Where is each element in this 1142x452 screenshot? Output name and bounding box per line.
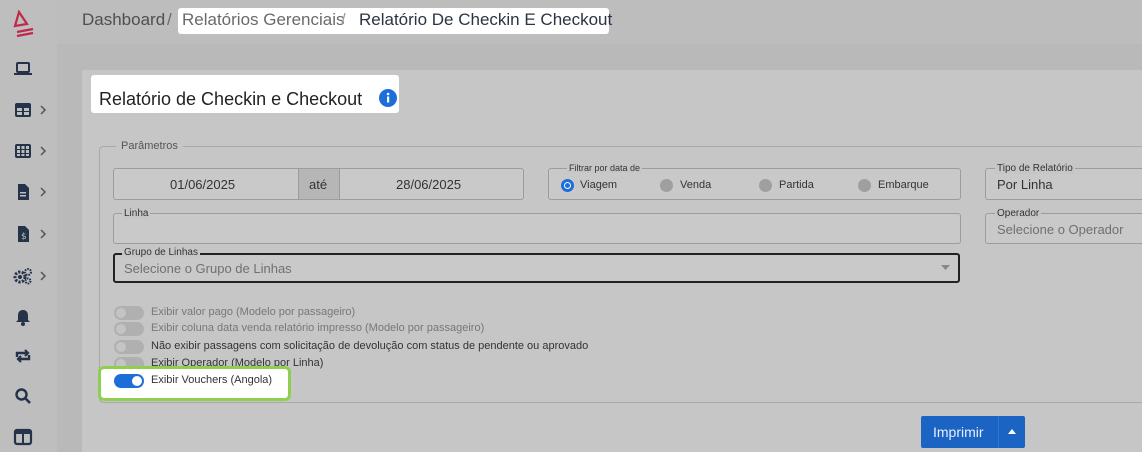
chevron-down-icon — [941, 265, 950, 270]
sidebar-item-settings[interactable] — [0, 264, 57, 288]
radio-embarque-label[interactable]: Embarque — [878, 179, 929, 191]
money-document-icon: $ — [18, 226, 29, 242]
print-button[interactable]: Imprimir — [933, 424, 984, 440]
search-icon — [15, 388, 31, 404]
operator-label: Operador — [995, 208, 1042, 219]
columns-icon — [13, 428, 33, 446]
sidebar-item-grid[interactable] — [0, 139, 57, 163]
chevron-right-icon — [40, 271, 47, 281]
breadcrumb-separator: / — [341, 10, 346, 29]
sidebar-item-documents[interactable] — [0, 180, 57, 204]
radio-partida[interactable] — [759, 179, 772, 192]
breadcrumb-dashboard[interactable]: Dashboard — [82, 10, 165, 30]
date-from-input[interactable]: 01/06/2025 — [170, 177, 235, 192]
date-separator-label: até — [309, 177, 328, 192]
print-split-button: Imprimir — [921, 416, 1025, 448]
breadcrumb-current: Relatório De Checkin E Checkout — [359, 10, 613, 29]
radio-venda-label[interactable]: Venda — [680, 179, 711, 191]
radio-viagem[interactable] — [561, 179, 574, 192]
sidebar-item-notifications[interactable] — [0, 305, 57, 329]
date-filter-label: Filtrar por data de — [567, 163, 643, 173]
sidebar: $ — [0, 0, 57, 452]
breadcrumb-reports[interactable]: Relatórios Gerenciais — [182, 10, 345, 30]
breadcrumb-separator: / — [167, 10, 172, 29]
chevron-right-icon — [40, 187, 47, 197]
chevron-right-icon — [40, 229, 47, 239]
chevron-right-icon — [40, 105, 47, 115]
sidebar-item-dashboard[interactable] — [0, 57, 57, 81]
sidebar-item-sync[interactable] — [0, 344, 57, 368]
parameters-legend: Parâmetros — [116, 140, 183, 152]
toggle-show-sale-date-column[interactable] — [114, 322, 144, 336]
line-group-label: Grupo de Linhas — [122, 247, 200, 258]
sidebar-item-search[interactable] — [0, 384, 57, 408]
brand-logo[interactable] — [13, 10, 35, 38]
laptop-icon — [14, 62, 32, 75]
toggle-show-vouchers-label: Exibir Vouchers (Angola) — [151, 374, 273, 386]
sidebar-item-finance[interactable]: $ — [0, 222, 57, 246]
document-icon — [18, 184, 29, 200]
report-type-label: Tipo de Relatório — [995, 163, 1075, 174]
caret-up-icon[interactable] — [1008, 429, 1016, 434]
radio-viagem-label[interactable]: Viagem — [580, 179, 617, 191]
svg-text:$: $ — [21, 232, 27, 242]
date-to-input[interactable]: 28/06/2025 — [396, 177, 461, 192]
report-type-value: Por Linha — [997, 177, 1053, 192]
radio-partida-label[interactable]: Partida — [779, 179, 814, 191]
gears-icon — [13, 268, 32, 285]
toggle-show-paid-value[interactable] — [114, 306, 144, 320]
line-label: Linha — [122, 208, 151, 219]
table-icon — [15, 103, 31, 117]
sidebar-item-tables[interactable] — [0, 98, 57, 122]
line-field[interactable] — [113, 213, 961, 244]
operator-placeholder: Selecione o Operador — [997, 222, 1124, 237]
page-title: Relatório de Checkin e Checkout — [99, 89, 363, 109]
toggle-show-sale-date-column-label: Exibir coluna data venda relatório impre… — [151, 322, 485, 334]
bell-icon — [16, 310, 30, 326]
toggle-show-paid-value-label: Exibir valor pago (Modelo por passageiro… — [151, 306, 356, 318]
sync-icon — [15, 349, 31, 363]
line-group-placeholder: Selecione o Grupo de Linhas — [124, 261, 292, 276]
chevron-right-icon — [40, 146, 47, 156]
toggle-hide-refund-tickets-label: Não exibir passagens com solicitação de … — [151, 340, 589, 352]
radio-venda[interactable] — [660, 179, 673, 192]
toggle-show-vouchers[interactable] — [114, 374, 144, 388]
sidebar-item-layout[interactable] — [0, 425, 57, 449]
info-icon[interactable] — [379, 89, 397, 107]
grid-icon — [15, 144, 31, 158]
radio-embarque[interactable] — [858, 179, 871, 192]
print-button-divider — [998, 416, 999, 448]
toggle-hide-refund-tickets[interactable] — [114, 340, 144, 354]
